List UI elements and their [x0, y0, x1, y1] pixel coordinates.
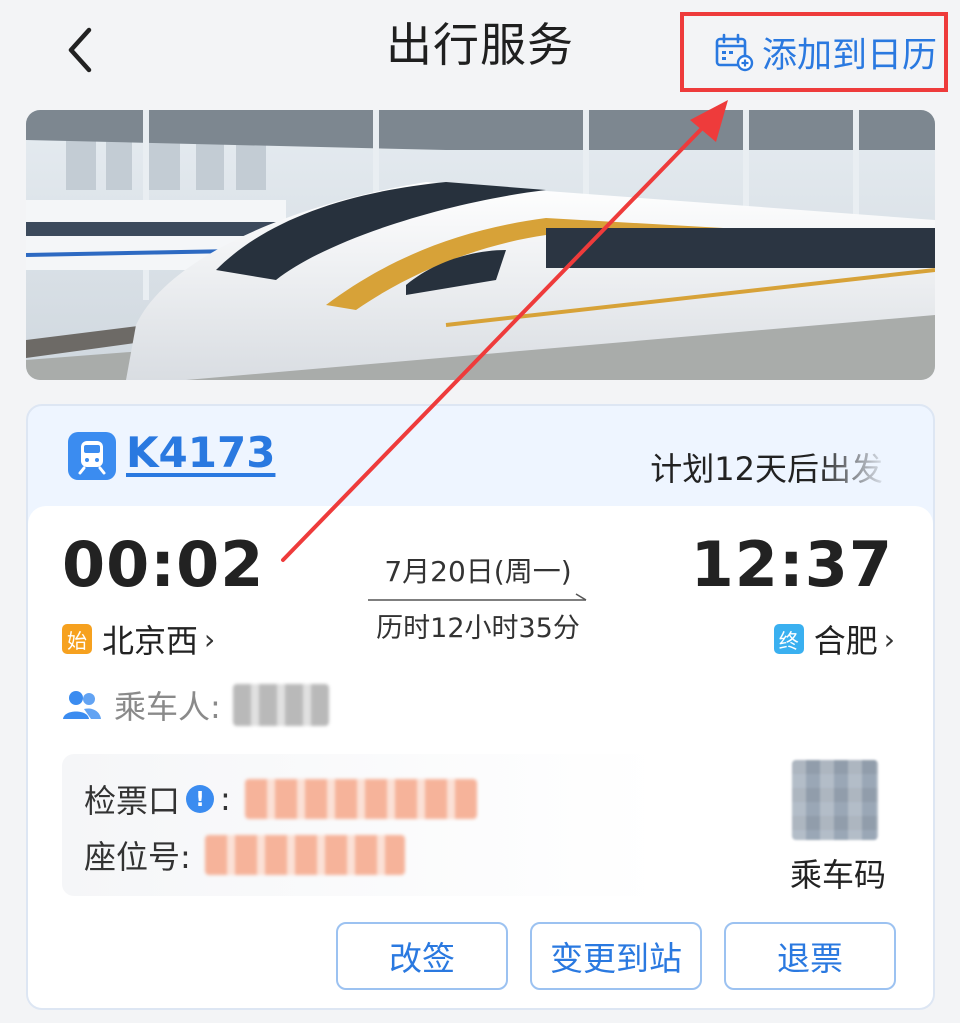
passenger-label: 乘车人: [114, 688, 221, 726]
seat-value-redacted [204, 835, 405, 875]
arrival-station[interactable]: 终 合肥 › [773, 616, 895, 662]
ride-code-label: 乘车码 [789, 856, 886, 894]
gate-row: 检票口 ! : [84, 776, 477, 822]
departure-time: 00:02 [62, 528, 265, 601]
header-bar: 出行服务 添加到日历 [0, 0, 960, 100]
ticket-info-box: 检票口 ! : 座位号: [62, 754, 662, 896]
add-to-calendar-button[interactable]: 添加到日历 [680, 12, 948, 92]
gate-colon: : [220, 780, 231, 818]
refund-button[interactable]: 退票 [724, 922, 896, 990]
train-icon [68, 432, 116, 480]
trip-details: 00:02 12:37 7月20日(周一) 历时12小时35分 始 北京西 › … [28, 506, 933, 1008]
arrival-time: 12:37 [690, 528, 893, 601]
travel-date: 7月20日(周一) [384, 555, 572, 588]
plan-status-text: 计划12天后出发 [650, 450, 883, 488]
chevron-right-icon: › [204, 622, 216, 656]
train-banner-image [26, 110, 935, 380]
arrow-right-icon [368, 593, 587, 601]
departure-station[interactable]: 始 北京西 › [62, 616, 215, 662]
departure-station-name: 北京西 [102, 622, 199, 660]
trip-card-header: K4173 计划12天后出发 [28, 406, 933, 506]
seat-row: 座位号: [84, 832, 405, 878]
trip-card: K4173 计划12天后出发 00:02 12:37 7月20日(周一) 历时1… [26, 404, 935, 1010]
passenger-name-redacted [232, 684, 329, 726]
destination-tag: 终 [773, 624, 804, 654]
change-destination-button[interactable]: 变更到站 [530, 922, 702, 990]
origin-tag: 始 [62, 624, 92, 654]
add-to-calendar-label: 添加到日历 [762, 35, 938, 76]
seat-label: 座位号: [84, 838, 191, 876]
qr-code-icon[interactable] [792, 760, 878, 840]
chevron-right-icon: › [883, 622, 895, 656]
calendar-add-icon [715, 33, 754, 72]
travel-duration: 历时12小时35分 [376, 613, 580, 644]
gate-value-redacted [244, 779, 477, 819]
change-ticket-button[interactable]: 改签 [336, 922, 508, 990]
users-icon [63, 691, 101, 719]
arrival-station-name: 合肥 [813, 622, 878, 660]
passenger-row: 乘车人: [62, 682, 329, 728]
train-number-link[interactable]: K4173 [126, 428, 275, 477]
gate-label: 检票口 [84, 782, 181, 820]
info-icon[interactable]: ! [186, 785, 215, 813]
